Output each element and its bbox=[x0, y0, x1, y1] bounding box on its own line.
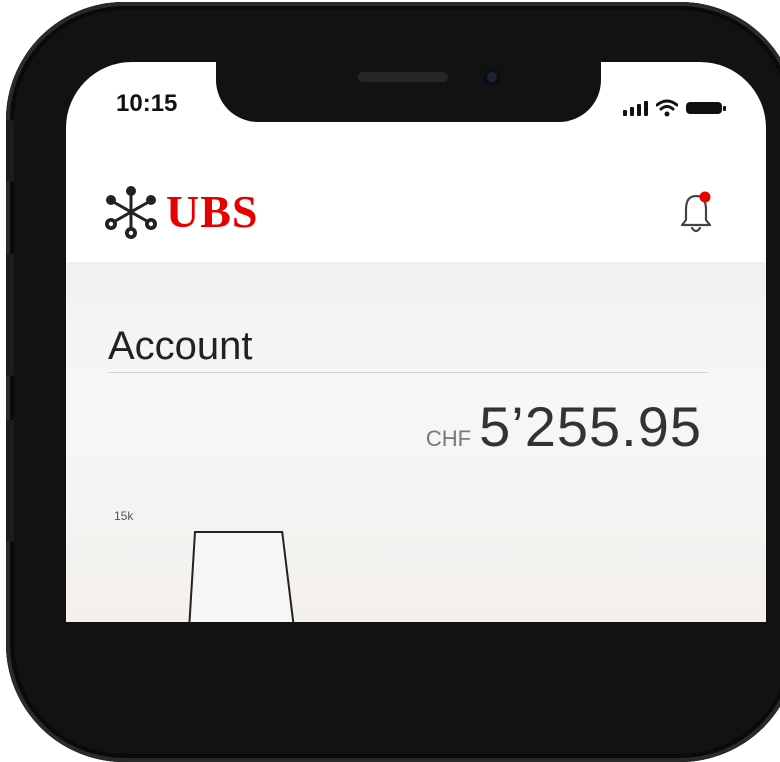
volume-up-button bbox=[6, 254, 14, 376]
front-camera bbox=[483, 68, 501, 86]
signal-icon bbox=[623, 100, 648, 116]
speaker-grille bbox=[358, 72, 448, 82]
balance-amount: 5’255.95 bbox=[479, 395, 702, 458]
account-balance[interactable]: CHF 5’255.95 bbox=[426, 394, 702, 459]
divider bbox=[108, 372, 708, 373]
phone-screen: 10:15 UBS Account CHF 5’255.95 15k bbox=[66, 62, 766, 622]
account-section: Account CHF 5’255.95 15k bbox=[66, 262, 766, 622]
volume-down-button bbox=[6, 420, 14, 542]
status-icons bbox=[623, 98, 726, 118]
bell-icon[interactable] bbox=[676, 190, 716, 236]
wifi-icon bbox=[656, 99, 678, 117]
notification-badge bbox=[699, 191, 711, 203]
balance-currency: CHF bbox=[425, 426, 472, 451]
app-header: UBS bbox=[66, 160, 766, 262]
battery-icon bbox=[686, 102, 726, 114]
chart-area bbox=[188, 531, 295, 622]
balance-chart: 15k bbox=[114, 509, 295, 622]
y-tick-label: 15k bbox=[114, 509, 134, 523]
mute-switch bbox=[6, 120, 14, 182]
account-title: Account bbox=[108, 324, 253, 368]
logo-text: UBS bbox=[166, 186, 259, 237]
notch bbox=[216, 62, 601, 122]
ubs-logo[interactable]: UBS bbox=[102, 184, 258, 240]
status-time: 10:15 bbox=[116, 90, 178, 117]
phone-frame: 10:15 UBS Account CHF 5’255.95 15k bbox=[6, 2, 780, 762]
ubs-keys-icon bbox=[105, 186, 157, 239]
